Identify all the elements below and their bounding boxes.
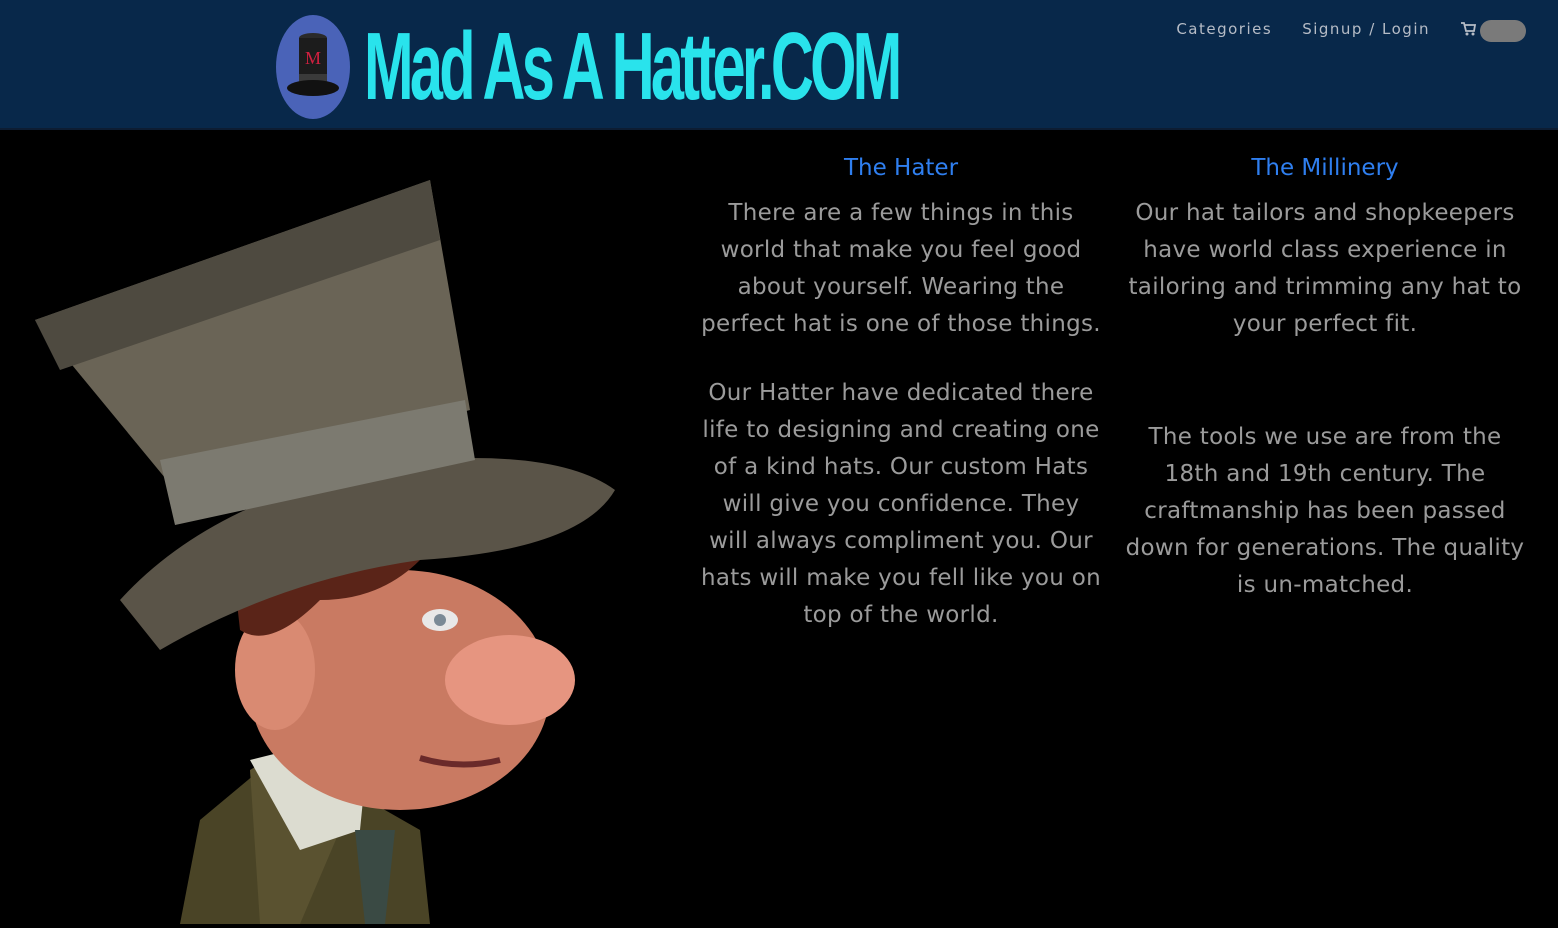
hater-paragraph-1: There are a few things in this world tha… (701, 200, 1101, 337)
hater-paragraph-2: Our Hatter have dedicated there life to … (700, 380, 1102, 628)
millinery-paragraph-1: Our hat tailors and shopkeepers have wor… (1128, 200, 1522, 337)
navbar: M Mad As A Hatter.COM Categories Signup … (0, 0, 1558, 130)
section-the-hater: The Hater There are a few things in this… (700, 155, 1102, 634)
top-hat-logo-icon: M (276, 15, 350, 119)
site-logo[interactable]: M Mad As A Hatter.COM (276, 12, 1226, 122)
site-logo-text: Mad As A Hatter.COM (364, 13, 902, 120)
nav-categories-link[interactable]: Categories (1176, 20, 1272, 38)
millinery-paragraph-2: The tools we use are from the 18th and 1… (1125, 424, 1525, 598)
section-title-hater: The Hater (843, 155, 959, 181)
mad-hatter-illustration (0, 130, 640, 924)
nav-signup-login-link[interactable]: Signup / Login (1302, 20, 1430, 38)
nav-links: Categories Signup / Login (1176, 16, 1526, 42)
section-title-millinery: The Millinery (1251, 155, 1399, 181)
cart-count-badge (1480, 20, 1526, 42)
cart-icon (1461, 22, 1476, 36)
section-the-millinery: The Millinery Our hat tailors and shopke… (1124, 155, 1526, 604)
cart-button[interactable] (1460, 16, 1526, 42)
svg-text:M: M (305, 48, 321, 68)
